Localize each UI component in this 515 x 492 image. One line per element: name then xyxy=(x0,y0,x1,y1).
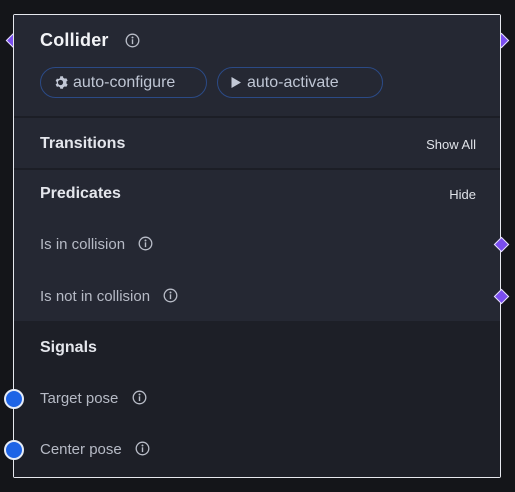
hide-button[interactable]: Hide xyxy=(449,187,476,202)
predicate-row: Is not in collision xyxy=(40,288,178,305)
auto-activate-label: auto-activate xyxy=(247,73,339,91)
predicates-section: Predicates Hide Is in collision Is not i… xyxy=(14,170,500,321)
info-icon[interactable] xyxy=(132,390,147,405)
info-icon[interactable] xyxy=(125,33,140,48)
auto-configure-button[interactable]: auto-configure xyxy=(40,67,207,98)
signal-row: Target pose xyxy=(40,390,147,407)
info-icon[interactable] xyxy=(138,236,153,251)
info-icon[interactable] xyxy=(135,441,150,456)
info-icon[interactable] xyxy=(163,288,178,303)
predicate-label: Is not in collision xyxy=(40,288,151,305)
signals-title: Signals xyxy=(40,339,97,356)
signal-label: Center pose xyxy=(40,441,122,458)
predicate-label: Is in collision xyxy=(40,236,126,253)
collider-node[interactable]: Collider auto-configure auto-activate Tr… xyxy=(13,14,501,478)
predicates-title: Predicates xyxy=(40,185,121,202)
transitions-section: Transitions Show All xyxy=(14,118,500,169)
canvas: Collider auto-configure auto-activate Tr… xyxy=(0,0,515,492)
gear-icon xyxy=(53,75,68,90)
signal-input-port[interactable] xyxy=(4,440,24,460)
node-header: Collider auto-configure auto-activate xyxy=(14,15,500,116)
signal-input-port[interactable] xyxy=(4,389,24,409)
signals-section: Signals Target pose Center pose xyxy=(14,321,500,477)
show-all-button[interactable]: Show All xyxy=(426,137,476,152)
signal-row: Center pose xyxy=(40,441,150,458)
signal-label: Target pose xyxy=(40,390,119,407)
auto-activate-button[interactable]: auto-activate xyxy=(217,67,383,98)
auto-configure-label: auto-configure xyxy=(73,73,176,91)
node-title: Collider xyxy=(40,30,109,50)
transitions-title: Transitions xyxy=(40,135,126,152)
play-icon xyxy=(230,76,242,89)
predicate-row: Is in collision xyxy=(40,236,153,253)
